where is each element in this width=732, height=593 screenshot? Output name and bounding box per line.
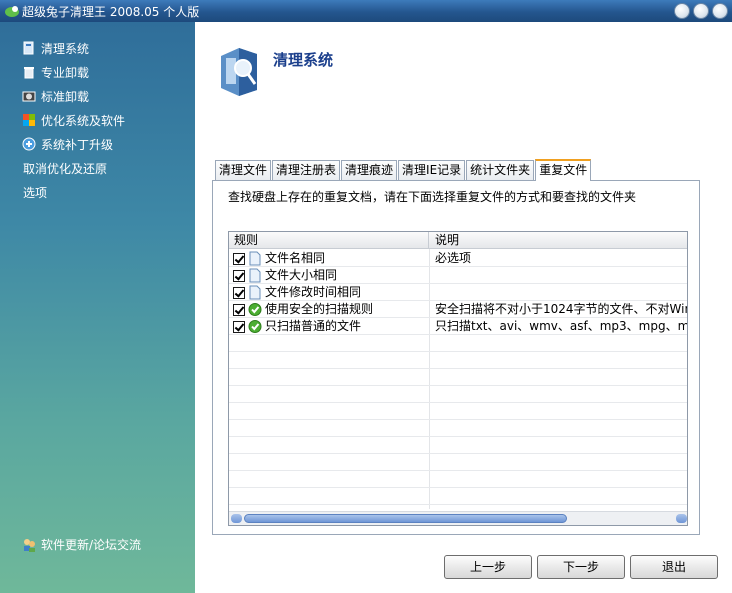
- sidebar-item-label: 选项: [23, 185, 48, 200]
- uninstall-icon: [22, 91, 36, 102]
- sidebar-item-patch[interactable]: 系统补丁升级: [22, 135, 113, 153]
- rule-name: 文件修改时间相同: [265, 285, 362, 299]
- column-header-desc[interactable]: 说明: [430, 232, 687, 249]
- tab-clean-files[interactable]: 清理文件: [215, 160, 272, 181]
- table-row[interactable]: 文件大小相同: [229, 267, 687, 284]
- empty-row: [229, 437, 687, 454]
- page-title: 清理系统: [273, 51, 334, 69]
- rule-cell: 使用安全的扫描规则: [233, 301, 426, 318]
- rule-name: 只扫描普通的文件: [265, 319, 362, 333]
- sidebar: 清理系统 专业卸载 标准卸载 优化系统及软件 系统补丁升级 取消优化及还原 选项…: [0, 22, 195, 593]
- empty-row: [229, 369, 687, 386]
- tab-clean-ie[interactable]: 清理IE记录: [398, 160, 466, 181]
- rule-cell: 文件修改时间相同: [233, 284, 426, 301]
- table-header: 规则 说明: [229, 232, 687, 249]
- update-forum-link[interactable]: 软件更新/论坛交流: [22, 536, 141, 553]
- close-button[interactable]: [712, 3, 728, 19]
- rule-checkbox[interactable]: [233, 252, 245, 265]
- sidebar-item-label: 专业卸载: [41, 65, 90, 80]
- rule-checkbox[interactable]: [233, 303, 245, 316]
- scrollbar-thumb[interactable]: [244, 514, 567, 523]
- column-header-rule[interactable]: 规则: [229, 232, 429, 249]
- tab-clean-registry[interactable]: 清理注册表: [272, 160, 341, 181]
- clean-system-icon: [23, 41, 34, 55]
- document-icon: [249, 285, 261, 300]
- title-bar[interactable]: 超级兔子清理王 2008.05 个人版: [0, 0, 732, 22]
- sidebar-item-std-uninstall[interactable]: 标准卸载: [22, 87, 89, 105]
- window-controls: [674, 3, 728, 19]
- tab-duplicate-files[interactable]: 重复文件: [535, 159, 592, 181]
- tab-folder-stats[interactable]: 统计文件夹: [466, 160, 535, 181]
- rule-cell: 只扫描普通的文件: [233, 318, 426, 335]
- sidebar-item-pro-uninstall[interactable]: 专业卸载: [22, 63, 89, 81]
- exit-button[interactable]: 退出: [630, 555, 718, 579]
- duplicate-files-panel: 查找硬盘上存在的重复文档，请在下面选择重复文件的方式和要查找的文件夹 规则 说明…: [212, 180, 700, 535]
- rule-desc: [435, 284, 687, 301]
- rule-name: 文件名相同: [265, 251, 326, 265]
- rule-name: 使用安全的扫描规则: [265, 302, 374, 316]
- update-forum-label: 软件更新/论坛交流: [41, 538, 142, 552]
- empty-row: [229, 471, 687, 488]
- scroll-left-arrow-icon[interactable]: [231, 514, 242, 523]
- empty-row: [229, 454, 687, 471]
- trash-icon: [24, 67, 34, 79]
- rule-checkbox[interactable]: [233, 269, 245, 282]
- rules-table: 规则 说明 文件名相同 必选项 文件大小相同 文件修改时间相同 使用安全的扫描规…: [228, 231, 688, 526]
- people-icon: [24, 538, 35, 552]
- rule-cell: 文件大小相同: [233, 267, 426, 284]
- patch-icon: [22, 137, 36, 151]
- sidebar-item-label: 标准卸载: [41, 89, 90, 104]
- sidebar-item-label: 清理系统: [41, 41, 90, 56]
- scroll-right-arrow-icon[interactable]: [676, 514, 687, 523]
- empty-row: [229, 403, 687, 420]
- rule-cell: 文件名相同: [233, 250, 426, 267]
- sidebar-item-label: 优化系统及软件: [41, 113, 126, 128]
- empty-row: [229, 488, 687, 505]
- document-icon: [249, 251, 261, 266]
- window-title: 超级兔子清理王 2008.05 个人版: [22, 5, 200, 19]
- main-area: 清理系统 清理文件 清理注册表 清理痕迹 清理IE记录 统计文件夹 重复文件 查…: [195, 22, 732, 593]
- rule-desc: [435, 267, 687, 284]
- sidebar-item-optimize[interactable]: 优化系统及软件: [22, 111, 125, 129]
- table-row[interactable]: 使用安全的扫描规则 安全扫描将不对小于1024字节的文件、不对Wind: [229, 301, 688, 318]
- table-row[interactable]: 文件名相同 必选项: [229, 250, 687, 267]
- sidebar-item-label: 系统补丁升级: [41, 137, 114, 152]
- next-button[interactable]: 下一步: [537, 555, 625, 579]
- horizontal-scrollbar[interactable]: [229, 511, 687, 525]
- green-check-icon: [248, 303, 262, 316]
- rule-name: 文件大小相同: [265, 268, 338, 282]
- green-check-icon: [248, 320, 262, 333]
- empty-row: [229, 335, 687, 352]
- rule-desc: 安全扫描将不对小于1024字节的文件、不对Wind: [435, 302, 688, 316]
- sidebar-item-label: 取消优化及还原: [23, 161, 108, 176]
- sidebar-item-clean-system[interactable]: 清理系统: [22, 39, 89, 57]
- table-row[interactable]: 文件修改时间相同: [229, 284, 687, 301]
- tab-clean-traces[interactable]: 清理痕迹: [341, 160, 398, 181]
- maximize-button[interactable]: [693, 3, 709, 19]
- rule-checkbox[interactable]: [233, 286, 245, 299]
- sidebar-item-restore[interactable]: 取消优化及还原: [23, 159, 107, 177]
- document-icon: [249, 268, 261, 283]
- sidebar-item-options[interactable]: 选项: [23, 183, 47, 201]
- empty-row: [229, 420, 687, 437]
- rule-desc: 必选项: [435, 251, 472, 265]
- empty-row: [229, 386, 687, 403]
- rabbit-logo-icon: [5, 6, 19, 17]
- empty-row: [229, 352, 687, 369]
- rule-checkbox[interactable]: [233, 320, 245, 333]
- minimize-button[interactable]: [674, 3, 690, 19]
- clean-system-large-icon: [221, 48, 257, 96]
- panel-description: 查找硬盘上存在的重复文档，请在下面选择重复文件的方式和要查找的文件夹: [228, 190, 637, 204]
- optimize-icon: [23, 114, 35, 126]
- tab-bar: 清理文件 清理注册表 清理痕迹 清理IE记录 统计文件夹 重复文件: [215, 159, 592, 181]
- table-row[interactable]: 只扫描普通的文件 只扫描txt、avi、wmv、asf、mp3、mpg、mp4、…: [229, 318, 688, 335]
- rule-desc: 只扫描txt、avi、wmv、asf、mp3、mpg、mp4、rr: [435, 319, 688, 333]
- prev-button[interactable]: 上一步: [444, 555, 532, 579]
